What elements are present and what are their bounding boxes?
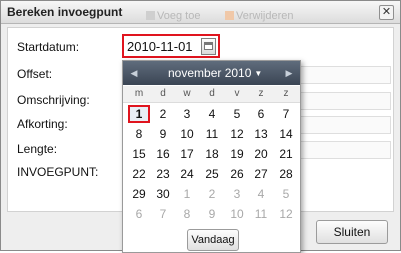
calendar-day[interactable]: 19 xyxy=(226,145,248,163)
weekday-header: v xyxy=(234,88,240,99)
remove-toolbar-item: Verwijderen xyxy=(225,10,293,22)
calendar-day[interactable]: 7 xyxy=(152,205,174,223)
add-toolbar-item: Voeg toe xyxy=(146,10,200,22)
add-icon xyxy=(146,11,155,20)
calendar-day[interactable]: 2 xyxy=(152,105,174,123)
remove-icon xyxy=(225,11,234,20)
offset-label: Offset: xyxy=(17,67,53,81)
omschrijving-label: Omschrijving: xyxy=(17,93,90,107)
calendar-day[interactable]: 11 xyxy=(250,205,272,223)
prev-month-icon[interactable]: ◀ xyxy=(126,65,142,81)
dialog-title: Bereken invoegpunt xyxy=(7,5,123,19)
calendar-day[interactable]: 15 xyxy=(128,145,150,163)
calendar-day[interactable]: 3 xyxy=(176,105,198,123)
calendar-picker-button[interactable] xyxy=(201,38,216,55)
calendar-day[interactable]: 5 xyxy=(226,105,248,123)
calendar-day[interactable]: 28 xyxy=(275,165,297,183)
afkorting-label: Afkorting: xyxy=(17,117,68,131)
calendar-day[interactable]: 6 xyxy=(250,105,272,123)
calendar-icon xyxy=(204,42,213,50)
calendar-day[interactable]: 20 xyxy=(250,145,272,163)
calendar-day[interactable]: 18 xyxy=(201,145,223,163)
lengte-label: Lengte: xyxy=(17,142,58,156)
calendar-popup: ◀ november 2010 ▼ ▶ mdwdvzz 1 2 3 4 5 6 7 8 9 10 11… xyxy=(122,60,301,253)
calendar-day[interactable]: 12 xyxy=(275,205,297,223)
calendar-day-selected[interactable]: 1 xyxy=(128,105,150,123)
close-button[interactable]: Sluiten xyxy=(316,220,388,244)
next-month-icon[interactable]: ▶ xyxy=(281,65,297,81)
calendar-day[interactable]: 11 xyxy=(201,125,223,143)
calendar-day[interactable]: 3 xyxy=(226,185,248,203)
calendar-day[interactable]: 4 xyxy=(250,185,272,203)
caret-down-icon: ▼ xyxy=(254,69,263,78)
calendar-day[interactable]: 22 xyxy=(128,165,150,183)
calendar-day[interactable]: 13 xyxy=(250,125,272,143)
weekday-header: w xyxy=(183,88,191,99)
add-label: Voeg toe xyxy=(157,10,201,22)
calendar-day[interactable]: 4 xyxy=(201,105,223,123)
remove-label: Verwijderen xyxy=(236,10,294,22)
calendar-day[interactable]: 12 xyxy=(226,125,248,143)
calendar-day[interactable]: 17 xyxy=(176,145,198,163)
calendar-day[interactable]: 16 xyxy=(152,145,174,163)
calendar-day[interactable]: 21 xyxy=(275,145,297,163)
today-button[interactable]: Vandaag xyxy=(187,229,239,251)
invoegpunt-label: INVOEGPUNT: xyxy=(17,165,99,179)
calendar-day[interactable]: 9 xyxy=(152,125,174,143)
month-label: november 2010 xyxy=(168,66,252,80)
weekday-header: z xyxy=(283,88,289,99)
calendar-day[interactable]: 30 xyxy=(152,185,174,203)
calendar-day[interactable]: 9 xyxy=(201,205,223,223)
calendar-day[interactable]: 6 xyxy=(128,205,150,223)
weekday-header: m xyxy=(134,88,144,99)
calendar-day[interactable]: 1 xyxy=(176,185,198,203)
calendar-day[interactable]: 14 xyxy=(275,125,297,143)
weekday-header: z xyxy=(258,88,264,99)
calendar-day[interactable]: 8 xyxy=(128,125,150,143)
weekday-header: d xyxy=(209,88,215,99)
calendar-day[interactable]: 8 xyxy=(176,205,198,223)
calendar-day[interactable]: 26 xyxy=(226,165,248,183)
startdatum-field[interactable] xyxy=(122,34,220,58)
calendar-day[interactable]: 2 xyxy=(201,185,223,203)
calendar-header: ◀ november 2010 ▼ ▶ xyxy=(123,61,300,85)
calendar-day[interactable]: 23 xyxy=(152,165,174,183)
weekday-header: d xyxy=(160,88,166,99)
calendar-day[interactable]: 27 xyxy=(250,165,272,183)
month-picker[interactable]: november 2010 ▼ xyxy=(168,66,262,80)
calendar-day[interactable]: 7 xyxy=(275,105,297,123)
calendar-day[interactable]: 24 xyxy=(176,165,198,183)
calendar-day[interactable]: 29 xyxy=(128,185,150,203)
calendar-day[interactable]: 25 xyxy=(201,165,223,183)
calendar-day[interactable]: 5 xyxy=(275,185,297,203)
close-icon[interactable]: ✕ xyxy=(379,5,394,20)
startdatum-label: Startdatum: xyxy=(17,40,80,54)
calendar-day[interactable]: 10 xyxy=(176,125,198,143)
dialog-titlebar[interactable]: Bereken invoegpunt Voeg toe Verwijderen … xyxy=(1,1,400,24)
startdatum-input[interactable] xyxy=(127,39,203,54)
calendar-day[interactable]: 10 xyxy=(226,205,248,223)
weekday-header-row: mdwdvzz xyxy=(123,86,300,103)
